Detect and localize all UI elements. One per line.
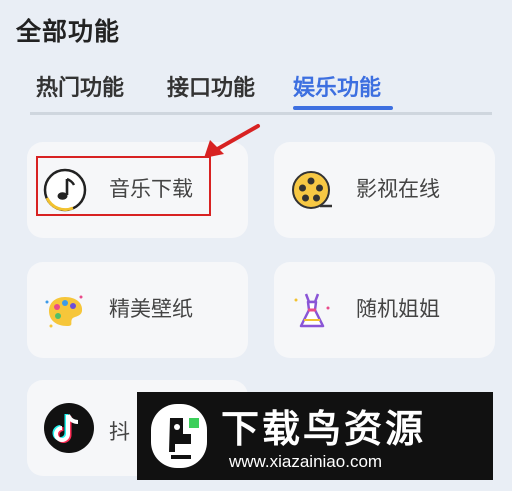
card-video-online[interactable]: 影视在线 bbox=[274, 142, 495, 238]
arrow-annotation-icon bbox=[196, 120, 266, 164]
palette-icon bbox=[43, 288, 87, 332]
card-label: 随机姐姐 bbox=[356, 297, 440, 321]
section-title: 全部功能 bbox=[16, 17, 121, 46]
card-label: 抖 bbox=[109, 420, 130, 444]
tab-api-features[interactable]: 接口功能 bbox=[167, 70, 255, 102]
highlight-box bbox=[36, 156, 211, 216]
tab-hot-features[interactable]: 热门功能 bbox=[36, 70, 124, 102]
card-label: 精美壁纸 bbox=[109, 297, 193, 321]
watermark-banner: 下载鸟资源 www.xiazainiao.com bbox=[137, 392, 493, 480]
watermark-brand: 下载鸟资源 bbox=[221, 407, 427, 451]
tab-divider bbox=[30, 112, 492, 115]
dress-icon bbox=[290, 288, 334, 332]
film-reel-icon bbox=[290, 168, 334, 212]
watermark-url: www.xiazainiao.com bbox=[229, 452, 383, 471]
card-random-girls[interactable]: 随机姐姐 bbox=[274, 262, 495, 358]
category-tabs: 热门功能 接口功能 娱乐功能 bbox=[36, 70, 506, 106]
card-label: 影视在线 bbox=[356, 177, 440, 201]
tab-entertainment-features[interactable]: 娱乐功能 bbox=[293, 70, 381, 102]
active-tab-indicator bbox=[293, 106, 393, 110]
card-wallpapers[interactable]: 精美壁纸 bbox=[27, 262, 248, 358]
tiktok-icon bbox=[43, 402, 94, 453]
bird-logo-icon bbox=[145, 400, 213, 472]
